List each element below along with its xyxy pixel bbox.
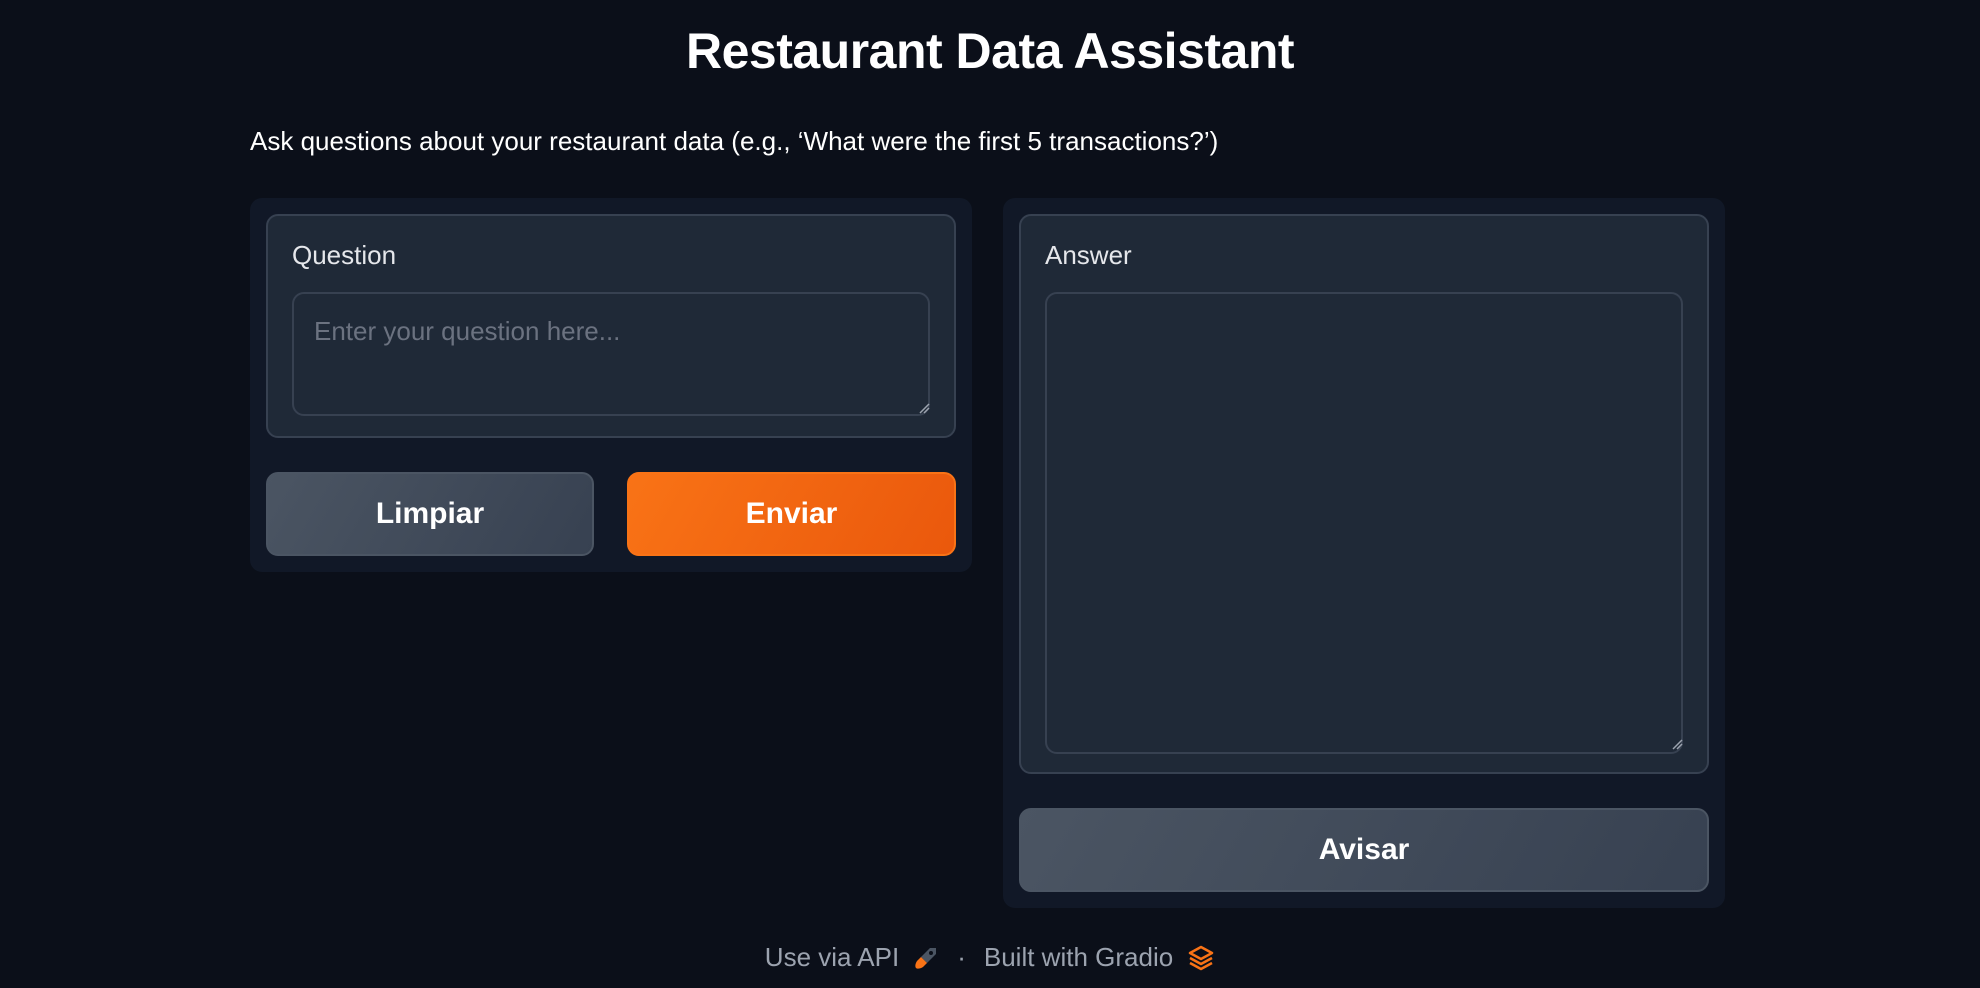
clear-button[interactable]: Limpiar bbox=[266, 472, 594, 556]
question-input[interactable] bbox=[292, 292, 930, 416]
resize-handle-icon[interactable] bbox=[1671, 738, 1683, 750]
use-via-api-label: Use via API bbox=[764, 942, 900, 972]
clear-button-label: Limpiar bbox=[375, 497, 485, 530]
answer-output[interactable] bbox=[1045, 292, 1683, 754]
built-with-gradio-link[interactable]: Built with Gradio bbox=[984, 942, 1215, 973]
gradio-logo-icon bbox=[1188, 945, 1214, 970]
answer-block: Answer bbox=[1019, 214, 1709, 774]
flag-button[interactable]: Avisar bbox=[1019, 808, 1709, 892]
submit-button[interactable]: Enviar bbox=[627, 472, 956, 556]
submit-button-label: Enviar bbox=[745, 497, 838, 530]
page-description: Ask questions about your restaurant data… bbox=[250, 126, 1219, 156]
page-title: Restaurant Data Assistant bbox=[685, 23, 1295, 79]
resize-handle-icon[interactable] bbox=[918, 402, 930, 414]
question-block: Question bbox=[266, 214, 956, 438]
input-panel: Question Limpiar Enviar bbox=[250, 198, 972, 572]
answer-label: Answer bbox=[1045, 240, 1132, 270]
question-label: Question bbox=[292, 240, 397, 270]
footer-separator: · bbox=[957, 942, 966, 972]
rocket-icon bbox=[915, 947, 937, 969]
footer: Use via API · Built with Gradio bbox=[0, 942, 1980, 973]
output-panel: Answer Avisar bbox=[1003, 198, 1725, 908]
flag-button-label: Avisar bbox=[1318, 833, 1410, 866]
built-with-gradio-label: Built with Gradio bbox=[983, 942, 1174, 972]
use-via-api-link[interactable]: Use via API bbox=[765, 942, 939, 973]
